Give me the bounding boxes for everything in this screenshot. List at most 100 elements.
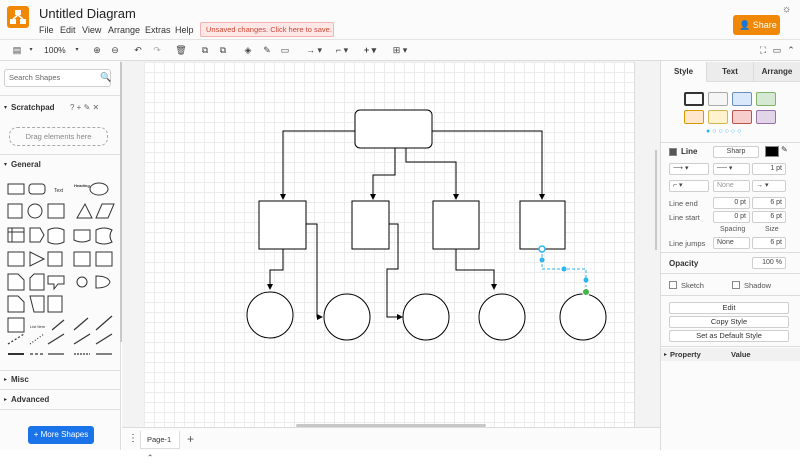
shape-box xyxy=(95,251,113,267)
menu-extras[interactable]: Extras xyxy=(145,25,171,35)
shape-list-item[interactable]: List Item xyxy=(30,324,46,329)
style-swatch-purple[interactable] xyxy=(756,110,776,124)
sketch-checkbox[interactable] xyxy=(669,281,677,289)
fullscreen-icon[interactable]: ⛶ xyxy=(756,44,770,56)
chevron-down-icon[interactable]: ▾ xyxy=(24,44,38,56)
line-jumps-label: Line jumps xyxy=(669,239,706,248)
line-pattern-select[interactable]: ⟶ ▾ xyxy=(669,163,709,175)
shape-heading[interactable]: Heading xyxy=(74,183,90,188)
line-jumps-select[interactable]: None xyxy=(713,237,750,249)
swatch-pager[interactable]: ●○○○○○ xyxy=(706,128,743,135)
zoom-dropdown-icon[interactable]: ▾ xyxy=(70,44,84,56)
shadow-checkbox[interactable] xyxy=(732,281,740,289)
shape-document xyxy=(73,229,91,243)
chevron-down-icon[interactable]: ▾ xyxy=(4,104,7,111)
format-panel-icon[interactable]: ▤ xyxy=(10,44,24,56)
eyedropper-icon[interactable]: ✎ xyxy=(781,145,788,154)
tab-text[interactable]: Text xyxy=(706,62,753,82)
line-dash-select[interactable]: ── ▾ xyxy=(713,163,750,175)
style-swatch-gray[interactable] xyxy=(708,92,728,106)
line-end-label: Line end xyxy=(669,199,698,208)
shape-rounded-rectangle xyxy=(28,183,46,195)
misc-title[interactable]: Misc xyxy=(11,375,29,384)
zoom-out-icon[interactable]: ⊖ xyxy=(108,44,122,56)
page-tab[interactable]: Page-1 ⌃ xyxy=(140,431,180,462)
pages-menu-icon[interactable]: ⋮ xyxy=(128,433,138,444)
edge-handles xyxy=(538,245,590,296)
scratchpad-dropzone[interactable]: Drag elements here xyxy=(9,127,108,146)
line-style-select[interactable]: Sharp xyxy=(713,146,759,158)
waypoints-icon[interactable]: ⌐ ▾ xyxy=(330,44,354,56)
to-back-icon[interactable]: ⧉ xyxy=(216,44,230,56)
menu-view[interactable]: View xyxy=(82,25,101,35)
to-front-icon[interactable]: ⧉ xyxy=(198,44,212,56)
unsaved-changes-button[interactable]: Unsaved changes. Click here to save. ⤓ xyxy=(200,22,334,47)
zoom-in-icon[interactable]: ⊕ xyxy=(90,44,104,56)
menu-edit[interactable]: Edit xyxy=(60,25,76,35)
line-end-marker-select[interactable]: → ▾ xyxy=(752,180,786,192)
format-panel-scrollbar[interactable] xyxy=(655,150,657,250)
chevron-right-icon[interactable]: ▸ xyxy=(664,351,667,358)
expand-icon[interactable]: ⌃ xyxy=(784,44,798,56)
search-placeholder: Search Shapes xyxy=(9,73,61,82)
edit-style-button[interactable]: Edit xyxy=(669,302,789,314)
line-width-input[interactable]: 1 pt xyxy=(752,163,786,175)
undo-icon[interactable]: ↶ xyxy=(131,44,145,56)
menu-arrange[interactable]: Arrange xyxy=(108,25,140,35)
edge-start-handle xyxy=(538,245,546,253)
line-start-spacing-input[interactable]: 0 pt xyxy=(713,211,750,223)
style-swatch-green[interactable] xyxy=(756,92,776,106)
shadow-icon[interactable]: ▭ xyxy=(278,44,292,56)
chevron-down-icon[interactable]: ▾ xyxy=(4,161,7,168)
add-page-icon[interactable]: + xyxy=(187,432,194,446)
insert-icon[interactable]: + ▾ xyxy=(360,44,380,56)
style-swatch-white[interactable] xyxy=(684,92,704,106)
style-swatch-orange[interactable] xyxy=(684,110,704,124)
diagram-title[interactable]: Untitled Diagram xyxy=(39,6,136,21)
style-swatch-yellow[interactable] xyxy=(708,110,728,124)
style-swatch-red[interactable] xyxy=(732,110,752,124)
line-end-size-input[interactable]: 6 pt xyxy=(752,197,786,209)
set-default-style-button[interactable]: Set as Default Style xyxy=(669,330,789,342)
page-bar xyxy=(122,427,660,450)
fill-color-icon[interactable]: ◈ xyxy=(241,44,255,56)
chevron-right-icon[interactable]: ▸ xyxy=(4,396,7,403)
shape-link xyxy=(47,295,63,313)
box-node-3 xyxy=(432,200,480,250)
table-icon[interactable]: ⊞ ▾ xyxy=(390,44,410,56)
menu-help[interactable]: Help xyxy=(175,25,194,35)
opacity-input[interactable]: 100 % xyxy=(752,257,786,269)
search-shapes-input[interactable]: Search Shapes xyxy=(4,69,111,87)
diagram-canvas[interactable] xyxy=(144,62,635,427)
copy-style-button[interactable]: Copy Style xyxy=(669,316,789,328)
theme-icon[interactable]: ☼ xyxy=(782,4,791,15)
zoom-level[interactable]: 100% xyxy=(44,45,66,55)
delete-icon[interactable]: 🗑 xyxy=(174,44,188,56)
scratchpad-actions[interactable]: ? + ✎ ✕ xyxy=(70,103,99,112)
advanced-title[interactable]: Advanced xyxy=(11,395,49,404)
connection-icon[interactable]: → ▾ xyxy=(302,44,326,56)
more-shapes-button[interactable]: + More Shapes xyxy=(28,426,94,444)
chevron-right-icon[interactable]: ▸ xyxy=(4,376,7,383)
line-color-icon[interactable]: ✎ xyxy=(260,44,274,56)
search-icon[interactable]: 🔍 xyxy=(100,72,111,83)
menu-file[interactable]: File xyxy=(39,25,54,35)
tab-style[interactable]: Style xyxy=(661,62,706,82)
collapse-icon[interactable]: ▭ xyxy=(770,44,784,56)
tab-arrange[interactable]: Arrange xyxy=(753,62,800,82)
shape-text[interactable]: Text xyxy=(54,188,64,194)
shape-triangle-right xyxy=(29,251,46,267)
line-start-marker-select[interactable]: None xyxy=(713,180,750,192)
scratchpad-title: Scratchpad xyxy=(11,103,55,112)
line-jumps-size-input[interactable]: 6 pt xyxy=(752,237,786,249)
line-start-size-input[interactable]: 6 pt xyxy=(752,211,786,223)
style-swatch-blue[interactable] xyxy=(732,92,752,106)
waypoint-style-select[interactable]: ⌐ ▾ xyxy=(669,180,709,192)
share-button[interactable]: 👤 Share xyxy=(733,15,780,35)
line-color-swatch[interactable] xyxy=(765,146,779,157)
line-checkbox[interactable] xyxy=(669,148,677,156)
redo-icon[interactable]: ↷ xyxy=(150,44,164,56)
shape-callout xyxy=(47,275,65,291)
line-end-spacing-input[interactable]: 0 pt xyxy=(713,197,750,209)
general-shapes-grid[interactable]: Text Heading List Item xyxy=(4,178,116,363)
